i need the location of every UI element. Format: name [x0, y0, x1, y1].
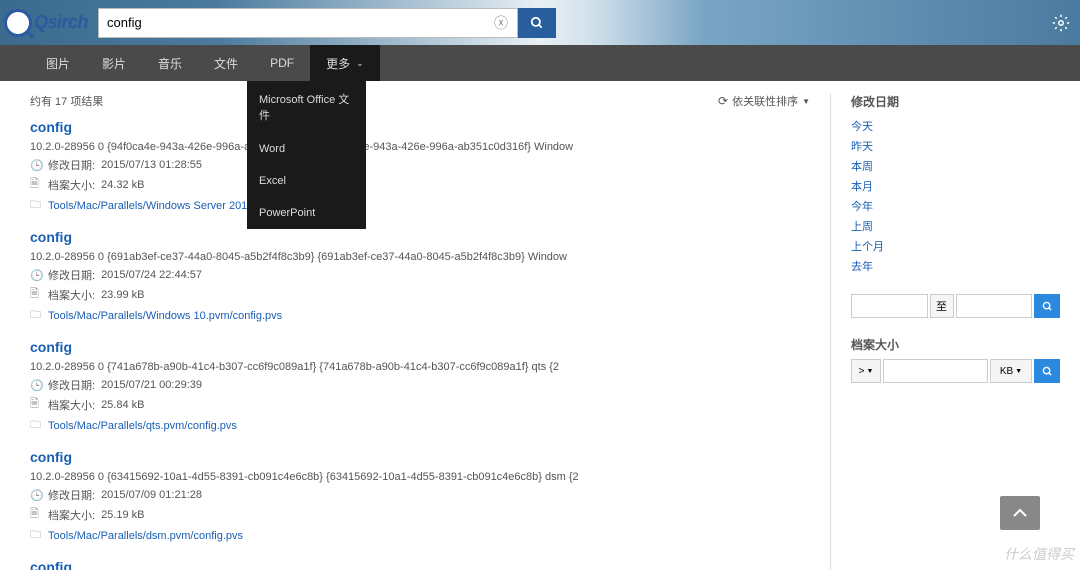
- mod-date-label: 修改日期:: [48, 487, 95, 503]
- size-value: 25.19 kB: [101, 509, 144, 521]
- result-title[interactable]: config: [30, 119, 830, 135]
- settings-button[interactable]: [1052, 14, 1070, 32]
- file-icon: 🗎: [30, 285, 42, 304]
- result-path[interactable]: Tools/Mac/Parallels/qts.pvm/config.pvs: [48, 420, 237, 432]
- clock-icon: 🕒: [30, 489, 42, 502]
- result-title[interactable]: config: [30, 559, 830, 570]
- size-search-button[interactable]: [1034, 359, 1060, 383]
- file-icon: 🗎: [30, 395, 42, 414]
- search-result: config 10.2.0-28956 0 {94f0ca4e-943a-426e…: [30, 119, 830, 215]
- search-result: config 10.2.0-28956 0 {63415692-10a1-4d55…: [30, 449, 830, 545]
- size-op-select[interactable]: >▼: [851, 359, 881, 383]
- date-filter-link[interactable]: 本周: [851, 156, 1060, 176]
- clock-icon: 🕒: [30, 269, 42, 282]
- mod-date-label: 修改日期:: [48, 267, 95, 283]
- date-filter-link[interactable]: 今年: [851, 196, 1060, 216]
- result-title[interactable]: config: [30, 229, 830, 245]
- sort-dropdown[interactable]: ⟳ 依关联性排序 ▼: [718, 93, 810, 109]
- size-label: 档案大小:: [48, 507, 95, 523]
- date-filter-link[interactable]: 今天: [851, 116, 1060, 136]
- result-path[interactable]: Tools/Mac/Parallels/dsm.pvm/config.pvs: [48, 530, 243, 542]
- refresh-icon: ⟳: [718, 94, 728, 108]
- folder-icon: 🗀: [30, 306, 42, 325]
- tab-more-label: 更多: [326, 55, 350, 72]
- mod-date-label: 修改日期:: [48, 157, 95, 173]
- gear-icon: [1052, 14, 1070, 32]
- size-label: 档案大小:: [48, 287, 95, 303]
- filter-tabs: 图片 影片 音乐 文件 PDF 更多 ⌄: [0, 45, 1080, 81]
- tab-music[interactable]: 音乐: [142, 45, 198, 81]
- chevron-down-icon: ⌄: [356, 58, 364, 69]
- date-filter-link[interactable]: 昨天: [851, 136, 1060, 156]
- tab-images[interactable]: 图片: [30, 45, 86, 81]
- scroll-to-top-button[interactable]: [1000, 496, 1040, 530]
- clear-search-icon[interactable]: ⓧ: [494, 13, 508, 33]
- tab-files[interactable]: 文件: [198, 45, 254, 81]
- mod-date-value: 2015/07/13 01:28:55: [101, 159, 202, 171]
- app-logo: Qsirch: [4, 9, 88, 37]
- clock-icon: 🕒: [30, 159, 42, 172]
- logo-icon: [4, 9, 32, 37]
- result-count: 约有 17 项结果: [30, 93, 103, 109]
- size-unit-select[interactable]: KB▼: [990, 359, 1032, 383]
- chevron-up-icon: [1012, 508, 1028, 518]
- result-path[interactable]: Tools/Mac/Parallels/Windows 10.pvm/confi…: [48, 310, 282, 322]
- caret-down-icon: ▼: [866, 368, 873, 375]
- folder-icon: 🗀: [30, 196, 42, 215]
- size-value-input[interactable]: [883, 359, 988, 383]
- dropdown-item-office[interactable]: Microsoft Office 文件: [247, 81, 366, 133]
- folder-icon: 🗀: [30, 526, 42, 545]
- sidebar-size-title: 档案大小: [851, 336, 1060, 353]
- size-label: 档案大小:: [48, 397, 95, 413]
- sidebar-mod-title: 修改日期: [851, 93, 1060, 110]
- size-label: 档案大小:: [48, 177, 95, 193]
- mod-date-value: 2015/07/24 22:44:57: [101, 269, 202, 281]
- tab-more[interactable]: 更多 ⌄: [310, 45, 380, 81]
- tab-pdf[interactable]: PDF: [254, 45, 310, 81]
- mod-date-value: 2015/07/09 01:21:28: [101, 489, 202, 501]
- date-filter-link[interactable]: 本月: [851, 176, 1060, 196]
- date-from-input[interactable]: [851, 294, 928, 318]
- tab-videos[interactable]: 影片: [86, 45, 142, 81]
- search-icon: [530, 16, 544, 30]
- result-title[interactable]: config: [30, 449, 830, 465]
- result-snippet: 10.2.0-28956 0 {691ab3ef-ce37-44a0-8045-…: [30, 251, 830, 263]
- result-snippet: 10.2.0-28956 0 {94f0ca4e-943a-426e-996a-…: [30, 141, 830, 153]
- file-icon: 🗎: [30, 505, 42, 524]
- sort-label: 依关联性排序: [732, 93, 798, 109]
- folder-icon: 🗀: [30, 416, 42, 435]
- result-snippet: 10.2.0-28956 0 {63415692-10a1-4d55-8391-…: [30, 471, 830, 483]
- caret-down-icon: ▼: [802, 97, 810, 106]
- dropdown-item-excel[interactable]: Excel: [247, 165, 366, 197]
- dropdown-item-powerpoint[interactable]: PowerPoint: [247, 197, 366, 229]
- dropdown-item-word[interactable]: Word: [247, 133, 366, 165]
- search-button[interactable]: [518, 8, 556, 38]
- caret-down-icon: ▼: [1015, 368, 1022, 375]
- search-result: config 10.2.0-28956 0 {691ab3ef-ce37-44a0…: [30, 229, 830, 325]
- size-value: 23.99 kB: [101, 289, 144, 301]
- search-icon: [1042, 301, 1053, 312]
- logo-text: Qsirch: [34, 12, 88, 33]
- watermark: 什么值得买: [1004, 544, 1074, 564]
- date-filter-link[interactable]: 上个月: [851, 236, 1060, 256]
- search-input[interactable]: [98, 8, 518, 38]
- search-result: config 10.2.0-28956 0 {741a678b-a90b-41c4…: [30, 339, 830, 435]
- result-title[interactable]: config: [30, 339, 830, 355]
- clock-icon: 🕒: [30, 379, 42, 392]
- file-icon: 🗎: [30, 175, 42, 194]
- size-value: 24.32 kB: [101, 179, 144, 191]
- result-snippet: 10.2.0-28956 0 {741a678b-a90b-41c4-b307-…: [30, 361, 830, 373]
- mod-date-value: 2015/07/21 00:29:39: [101, 379, 202, 391]
- size-value: 25.84 kB: [101, 399, 144, 411]
- date-filter-link[interactable]: 去年: [851, 256, 1060, 276]
- more-dropdown: Microsoft Office 文件 Word Excel PowerPoin…: [247, 81, 366, 229]
- date-separator: 至: [930, 294, 954, 318]
- search-icon: [1042, 366, 1053, 377]
- search-result: config10.2.0-28956 0 {8da11af7-24c0-4be8…: [30, 559, 830, 570]
- date-to-input[interactable]: [956, 294, 1033, 318]
- mod-date-label: 修改日期:: [48, 377, 95, 393]
- date-filter-link[interactable]: 上周: [851, 216, 1060, 236]
- date-search-button[interactable]: [1034, 294, 1060, 318]
